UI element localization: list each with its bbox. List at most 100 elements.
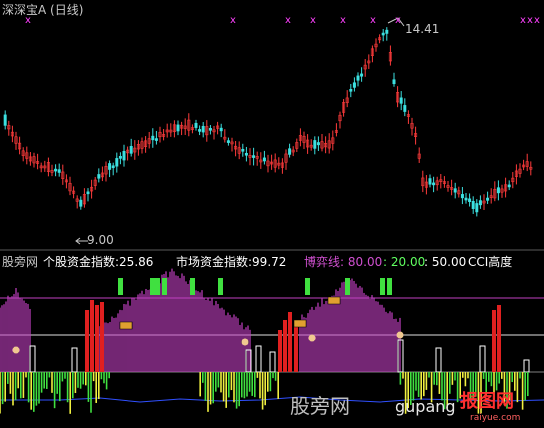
candle-body: [313, 140, 317, 149]
candle-body: [97, 174, 101, 179]
candle-body: [349, 89, 353, 92]
white-histogram-bar: [523, 359, 530, 373]
low-price-label: 9.00: [87, 233, 114, 247]
green-signal-block: [380, 278, 385, 295]
candle-body: [115, 158, 119, 167]
candle-body: [496, 187, 500, 194]
candle-body: [478, 200, 482, 206]
watermark-url: raiyue.com: [470, 413, 521, 423]
candle-body: [486, 197, 490, 201]
green-signal-block: [162, 278, 167, 295]
candle-body: [428, 178, 432, 185]
candle-body: [403, 105, 407, 112]
candle-body: [464, 197, 468, 201]
candle-body: [129, 146, 133, 154]
candle-body: [122, 150, 126, 161]
low-line-value: : 20.00: [383, 255, 426, 269]
watermark-domain: gupang: [395, 397, 456, 416]
mid-line-value: : 50.00: [424, 255, 467, 269]
candle-body: [111, 165, 115, 169]
green-signal-block: [155, 278, 160, 295]
candle-body: [151, 135, 155, 141]
candle-body: [57, 169, 61, 173]
candle-body: [453, 188, 457, 193]
white-histogram-bar: [435, 347, 442, 373]
indicator-name: 股旁网: [2, 255, 39, 269]
candle-body: [356, 75, 360, 81]
red-histogram-bar: [90, 300, 94, 372]
signal-marker: x: [520, 15, 526, 26]
candle-body: [262, 157, 266, 162]
candle-body: [86, 191, 90, 195]
game-line-value: 博弈线: 80.00: [304, 255, 383, 269]
high-price-label: 14.41: [405, 22, 440, 36]
candle-body: [352, 82, 356, 88]
signal-marker: x: [310, 15, 316, 26]
white-histogram-bar: [479, 345, 486, 373]
stock-chart-window: xxxxxxxxxx 深深宝A (日线) 14.41 9.00 股旁网 个股资金…: [0, 0, 544, 428]
white-histogram-bar: [29, 345, 36, 373]
hand-icon: [241, 338, 249, 346]
candle-body: [460, 194, 464, 199]
orange-flag: [119, 321, 133, 330]
red-histogram-bar: [95, 305, 99, 372]
signal-marker: x: [527, 15, 533, 26]
orange-flag: [327, 296, 341, 305]
red-histogram-bar: [288, 312, 292, 372]
candle-body: [154, 138, 158, 141]
stock-title: 深深宝A (日线): [2, 3, 84, 17]
candle-body: [381, 32, 385, 36]
white-histogram-bar: [255, 345, 262, 373]
green-signal-block: [218, 278, 223, 295]
signal-marker: x: [370, 15, 376, 26]
hand-icon: [308, 334, 316, 342]
green-signal-block: [387, 278, 392, 295]
green-signal-block: [118, 278, 123, 295]
candle-body: [385, 29, 389, 34]
candle-body: [176, 124, 180, 132]
signal-marker: x: [230, 15, 236, 26]
red-histogram-bar: [497, 305, 501, 372]
candle-body: [475, 203, 479, 213]
green-signal-block: [305, 278, 310, 295]
candle-body: [118, 156, 122, 159]
candle-body: [507, 184, 511, 188]
candle-body: [288, 148, 292, 155]
red-histogram-bar: [278, 330, 282, 372]
red-histogram-bar: [100, 302, 104, 372]
chart-canvas[interactable]: xxxxxxxxxx: [0, 0, 544, 428]
red-histogram-bar: [294, 322, 298, 372]
signal-marker: x: [340, 15, 346, 26]
candle-body: [219, 127, 223, 132]
candle-body: [241, 148, 245, 152]
red-histogram-bar: [492, 310, 496, 372]
orange-flag: [293, 319, 307, 328]
red-histogram-bar: [85, 310, 89, 372]
stock-fund-index: 个股资金指数:25.86: [43, 255, 154, 269]
candle-body: [198, 129, 202, 132]
candle-body: [208, 128, 212, 131]
red-histogram-bar: [283, 320, 287, 372]
candle-body: [201, 125, 205, 133]
candle-body: [392, 79, 396, 85]
candle-body: [244, 152, 248, 156]
candle-body: [226, 140, 230, 143]
candle-body: [108, 163, 112, 170]
candle-body: [471, 201, 475, 209]
candle-body: [316, 142, 320, 146]
candle-body: [399, 97, 403, 104]
signal-marker: x: [534, 15, 540, 26]
white-histogram-bar: [269, 351, 276, 373]
watermark-logo: 报图网: [460, 391, 514, 412]
green-signal-block: [150, 278, 155, 295]
signal-marker: x: [285, 15, 291, 26]
white-histogram-bar: [71, 347, 78, 373]
candle-body: [360, 73, 364, 77]
candle-body: [432, 182, 436, 186]
candle-body: [54, 168, 58, 172]
candle-body: [79, 199, 83, 207]
candle-body: [3, 114, 7, 126]
hand-icon: [12, 346, 20, 354]
green-signal-block: [345, 278, 350, 295]
signal-marker: x: [395, 15, 401, 26]
